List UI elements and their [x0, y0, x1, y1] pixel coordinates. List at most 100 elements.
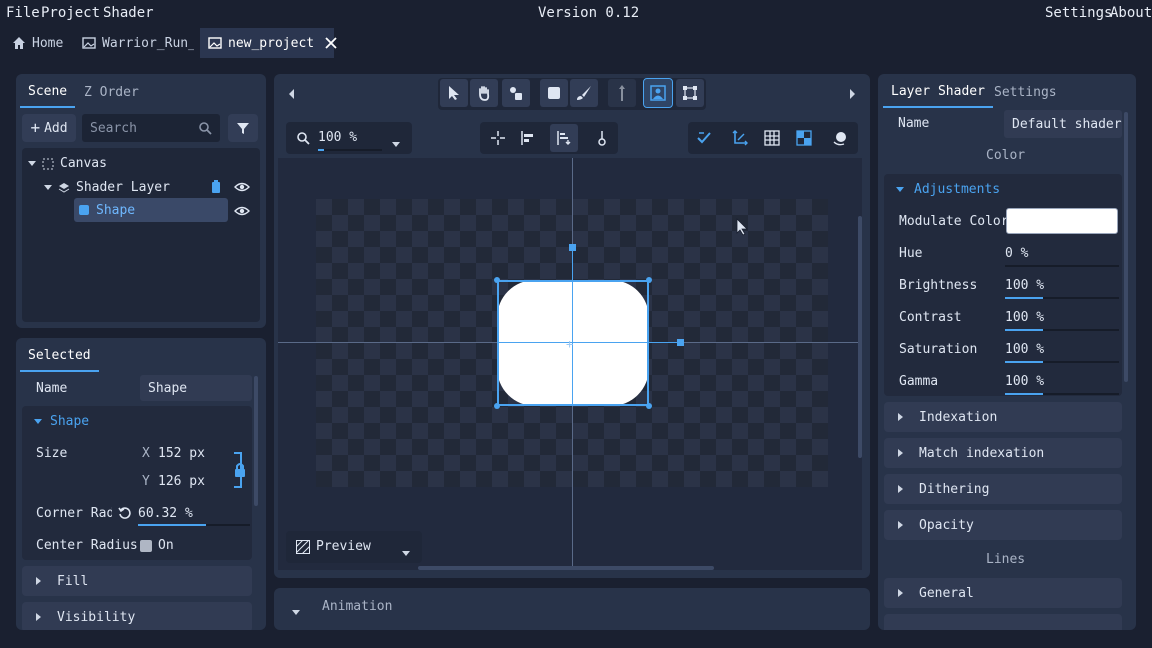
mouse-cursor-icon [736, 218, 750, 236]
filter-button[interactable] [228, 114, 258, 142]
tab-layer-shader[interactable]: Layer Shader [883, 76, 993, 108]
scroll-right-icon[interactable] [848, 88, 856, 100]
adjustments-header[interactable]: Adjustments [896, 182, 1000, 197]
mask-tool[interactable] [643, 78, 673, 108]
section-title: Shape [50, 414, 90, 429]
scrollbar[interactable] [1124, 112, 1128, 382]
shape-section-header[interactable]: Shape [34, 414, 89, 429]
shader-badge-icon[interactable] [210, 180, 222, 194]
adjustment-value[interactable]: 0 % [1005, 246, 1028, 261]
scrollbar[interactable] [254, 376, 258, 506]
select-tool[interactable] [440, 79, 468, 107]
tab-home[interactable]: Home [4, 28, 71, 58]
snap-toggle[interactable] [690, 124, 718, 152]
tab-selected[interactable]: Selected [20, 340, 99, 372]
tab-z-order[interactable]: Z Order [76, 76, 147, 108]
align-left-button[interactable] [514, 124, 542, 152]
animation-panel[interactable]: Animation [274, 588, 870, 630]
corner-radius-label: Corner Radiu [36, 506, 112, 521]
next-section[interactable] [884, 614, 1122, 630]
eye-icon[interactable] [234, 204, 250, 218]
animation-label: Animation [322, 599, 393, 614]
tree-item-shape[interactable]: Shape [74, 198, 228, 222]
shape-tool[interactable] [502, 79, 530, 107]
tab-scene[interactable]: Scene [20, 76, 76, 108]
rotation-handle[interactable] [569, 244, 576, 251]
dithering-section[interactable]: Dithering [884, 474, 1122, 504]
size-label: Size [36, 446, 68, 461]
menu-about[interactable]: About [1110, 5, 1152, 21]
corner-handle-bl[interactable] [494, 403, 500, 409]
pivot-button[interactable] [588, 124, 616, 152]
name-field[interactable]: Shape [140, 375, 252, 401]
canvas-icon [42, 158, 54, 170]
tab-shader-settings[interactable]: Settings [986, 76, 1065, 108]
grid-toggle[interactable] [758, 124, 786, 152]
shader-name-field[interactable]: Default shader [1004, 110, 1122, 138]
add-button[interactable]: + Add [22, 114, 76, 142]
scroll-left-icon[interactable] [288, 88, 296, 100]
reset-icon[interactable] [118, 506, 132, 520]
corner-handle-tl[interactable] [494, 277, 500, 283]
eye-icon[interactable] [234, 180, 250, 194]
chevron-down-icon [292, 604, 300, 619]
opacity-section[interactable]: Opacity [884, 510, 1122, 540]
tab-warrior-run[interactable]: Warrior_Run_7 [74, 28, 194, 58]
onion-toggle[interactable] [826, 124, 854, 152]
search-input[interactable]: Search [82, 114, 220, 142]
corner-handle-tr[interactable] [646, 277, 652, 283]
home-icon [12, 36, 26, 50]
add-label: Add [44, 120, 68, 136]
x-value[interactable]: 152 px [158, 446, 205, 461]
y-value[interactable]: 126 px [158, 474, 205, 489]
menu-settings[interactable]: Settings [1045, 5, 1112, 21]
adjustment-label: Gamma [899, 374, 939, 389]
zoom-slider[interactable] [318, 149, 382, 151]
rulers-toggle[interactable] [726, 124, 754, 152]
match-indexation-section[interactable]: Match indexation [884, 438, 1122, 468]
corner-handle-br[interactable] [646, 403, 652, 409]
adjustment-value[interactable]: 100 % [1005, 342, 1044, 357]
rotation-handle-line [572, 248, 573, 280]
close-icon[interactable] [324, 36, 338, 50]
menu-project[interactable]: Project [41, 5, 100, 21]
brush-tool[interactable] [570, 79, 598, 107]
preview-dropdown[interactable]: Preview [286, 531, 422, 563]
visibility-section[interactable]: Visibility [22, 602, 252, 630]
center-radius-label: Center Radius [36, 538, 138, 553]
adjustment-value[interactable]: 100 % [1005, 278, 1044, 293]
center-radius-checkbox[interactable] [140, 540, 152, 552]
corner-radius-value[interactable]: 60.32 % [138, 506, 193, 521]
rectangle-tool[interactable] [540, 79, 568, 107]
size-handle[interactable] [677, 339, 684, 346]
section-title: Match indexation [919, 445, 1045, 461]
tree-item-canvas[interactable]: Canvas [28, 156, 107, 171]
center-align-button[interactable] [484, 124, 512, 152]
vertical-scrollbar[interactable] [858, 216, 862, 458]
document-tabs: Home Warrior_Run_7 new_project [0, 28, 1152, 58]
menu-file[interactable]: File [6, 5, 40, 21]
pen-tool[interactable] [608, 79, 636, 107]
fill-section[interactable]: Fill [22, 566, 252, 596]
general-section[interactable]: General [884, 578, 1122, 608]
tab-new-project[interactable]: new_project [200, 28, 337, 58]
adjustment-value[interactable]: 100 % [1005, 374, 1044, 389]
zoom-control[interactable]: 100 % [286, 122, 412, 154]
plus-icon: + [30, 118, 41, 137]
distribute-button[interactable] [550, 124, 578, 152]
onion-skin-icon [832, 130, 848, 146]
checker-toggle[interactable] [790, 124, 818, 152]
horizontal-scrollbar[interactable] [418, 566, 714, 570]
menu-shader[interactable]: Shader [103, 5, 154, 21]
transform-tool[interactable] [676, 79, 704, 107]
adjustment-value[interactable]: 100 % [1005, 310, 1044, 325]
image-icon [82, 36, 96, 50]
indexation-section[interactable]: Indexation [884, 402, 1122, 432]
canvas-viewport[interactable]: + [278, 158, 862, 570]
modulate-color-swatch[interactable] [1006, 208, 1118, 234]
adjustment-slider[interactable] [1005, 265, 1119, 267]
axes-icon [732, 130, 748, 146]
pan-tool[interactable] [470, 79, 498, 107]
tree-item-shader-layer[interactable]: Shader Layer [44, 180, 170, 195]
lock-icon[interactable] [234, 462, 246, 478]
